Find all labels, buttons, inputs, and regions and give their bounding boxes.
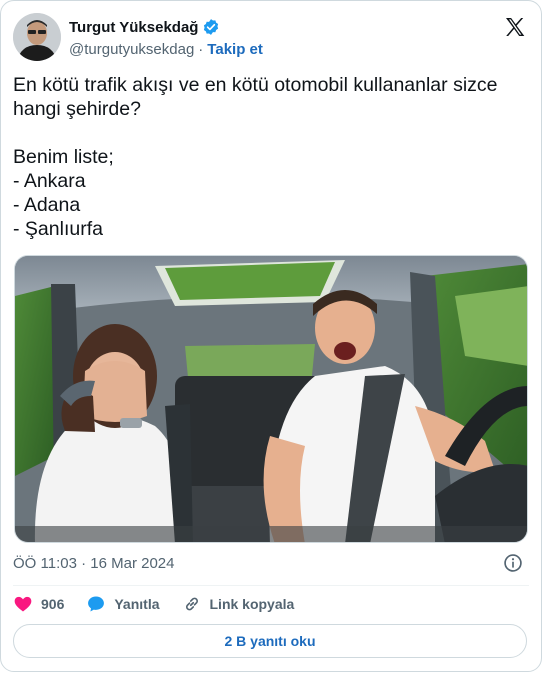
separator: · — [198, 41, 204, 58]
reply-button[interactable]: Yanıtla — [86, 594, 160, 614]
read-replies-button[interactable]: 2 B yanıtı oku — [13, 624, 527, 658]
author-name-row: Turgut Yüksekdağ — [69, 18, 220, 36]
follow-button[interactable]: Takip et — [207, 41, 263, 58]
reply-bubble-icon — [88, 596, 105, 612]
verified-badge-icon — [204, 19, 219, 35]
tweet-card: Turgut Yüksekdağ @turgutyuksekdag · Taki… — [0, 0, 542, 672]
heart-icon — [14, 596, 32, 612]
link-icon — [185, 597, 198, 611]
like-count: 906 — [41, 596, 65, 612]
tweet-text: En kötü trafik akışı ve en kötü otomobil… — [13, 74, 498, 240]
action-bar: 906 Yanıtla Link kopyala — [13, 591, 294, 617]
tweet-image[interactable] — [14, 255, 528, 543]
copy-link-label: Link kopyala — [209, 596, 295, 612]
reply-label: Yanıtla — [114, 596, 160, 612]
author-handle-row: @turgutyuksekdag · Takip et — [69, 41, 263, 58]
author-handle[interactable]: @turgutyuksekdag — [69, 41, 194, 58]
like-button[interactable]: 906 — [13, 594, 64, 614]
info-icon[interactable] — [503, 553, 523, 573]
x-logo-icon[interactable] — [503, 15, 527, 39]
tweet-timestamp[interactable]: ÖÖ 11:03 · 16 Mar 2024 — [13, 555, 174, 572]
tweet-header: Turgut Yüksekdağ @turgutyuksekdag · Taki… — [13, 13, 529, 63]
avatar[interactable] — [13, 13, 61, 61]
copy-link-button[interactable]: Link kopyala — [182, 594, 295, 614]
divider — [13, 585, 529, 586]
car-scene-photo — [15, 256, 527, 542]
author-name[interactable]: Turgut Yüksekdağ — [69, 19, 198, 36]
